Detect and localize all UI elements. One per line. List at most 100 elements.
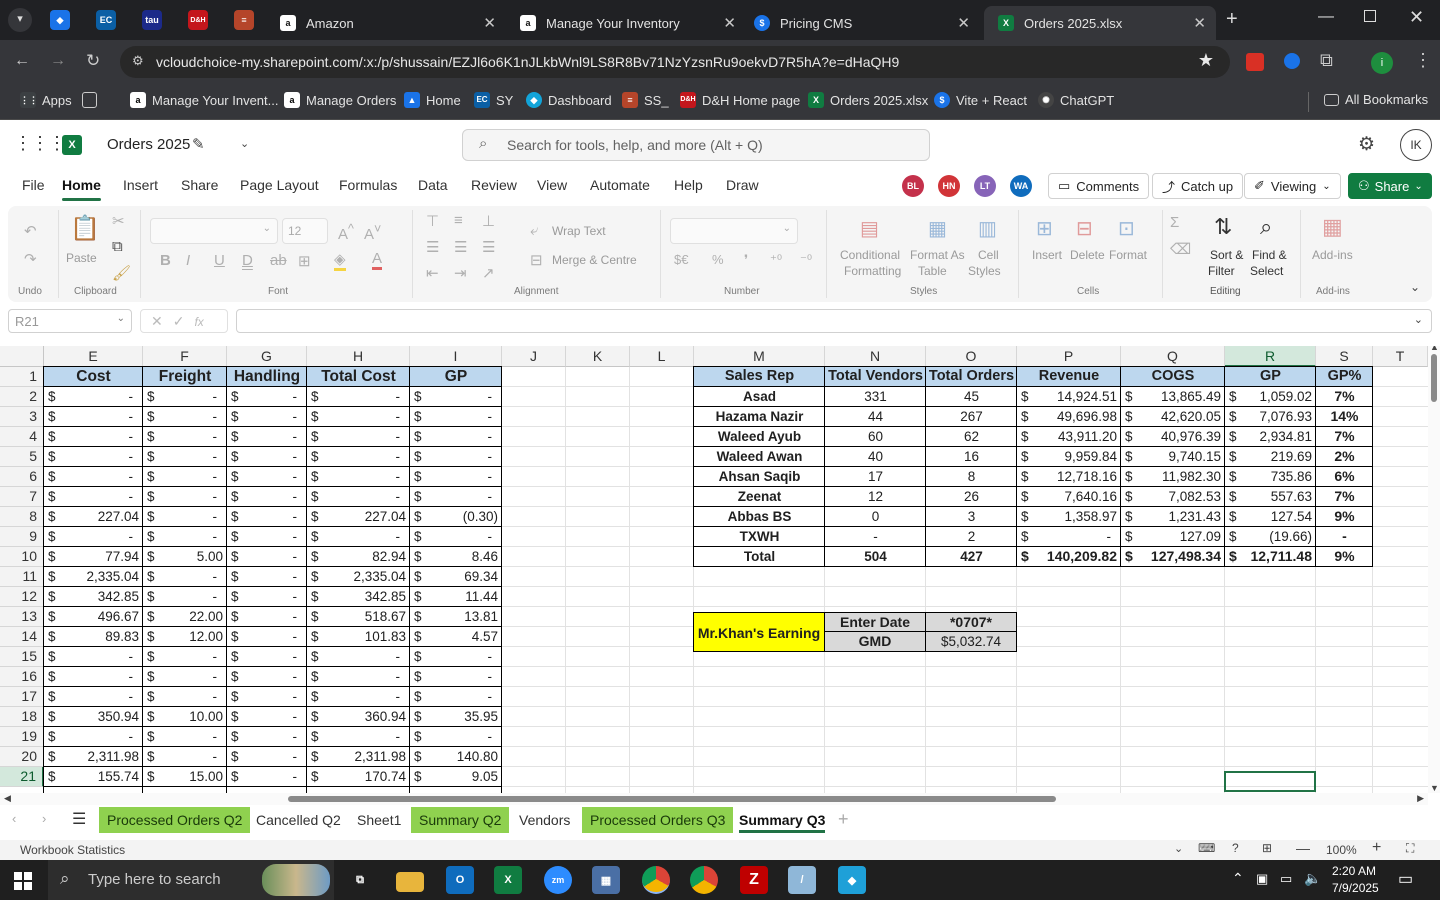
sort-filter-label-2[interactable]: Filter xyxy=(1208,264,1235,278)
tab-formulas[interactable]: Formulas xyxy=(339,177,397,193)
table-cell[interactable]: $342.85 xyxy=(307,587,410,607)
volume-icon[interactable]: 🔈 xyxy=(1304,870,1321,887)
summary-cell[interactable]: $7,640.16 xyxy=(1017,487,1121,507)
network-icon[interactable]: ▭ xyxy=(1280,871,1292,887)
pinned-tab-dh[interactable]: D&H xyxy=(188,10,208,30)
table-cell[interactable]: $227.04 xyxy=(307,507,410,527)
browser-menu-icon[interactable]: ⋮ xyxy=(1414,50,1432,71)
collaborator-avatar[interactable]: HN xyxy=(938,175,960,197)
font-size-select[interactable]: 12 xyxy=(282,218,328,244)
row-header[interactable]: 11 xyxy=(0,567,44,587)
summary-cell[interactable]: 45 xyxy=(926,387,1017,407)
table-cell[interactable]: $ - xyxy=(143,687,227,707)
restore-icon[interactable] xyxy=(1364,10,1376,22)
merge-centre-icon[interactable]: ⊟ xyxy=(530,251,543,269)
summary-cell[interactable]: - xyxy=(1316,527,1373,547)
pinned-tab-ec[interactable]: EC xyxy=(96,10,116,30)
table-cell[interactable]: $35.95 xyxy=(410,707,502,727)
tab-amazon[interactable]: a Amazon ✕ xyxy=(266,6,506,40)
tab-search-icon[interactable]: ▾ xyxy=(8,8,32,32)
collaborator-avatar[interactable]: LT xyxy=(974,175,996,197)
column-header-g[interactable]: G xyxy=(227,346,307,367)
summary-cell[interactable]: $14,924.51 xyxy=(1017,387,1121,407)
sheet-tab-processed-orders-q2[interactable]: Processed Orders Q2 xyxy=(99,807,251,833)
summary-cell[interactable]: $7,076.93 xyxy=(1225,407,1316,427)
document-title[interactable]: Orders 2025 xyxy=(107,136,190,153)
summary-cell[interactable]: 7% xyxy=(1316,427,1373,447)
left-header-total-cost[interactable]: Total Cost xyxy=(307,367,410,387)
tab-orders-xlsx[interactable]: X Orders 2025.xlsx ✕ xyxy=(984,6,1216,40)
column-header-m[interactable]: M xyxy=(694,346,825,367)
table-cell[interactable]: $ - xyxy=(410,427,502,447)
tray-chevron-up-icon[interactable]: ⌃ xyxy=(1232,870,1244,887)
clear-icon[interactable]: ⌫ xyxy=(1170,240,1191,258)
summary-header-cogs[interactable]: COGS xyxy=(1121,367,1225,387)
decrease-decimal-icon[interactable]: ⁻⁰ xyxy=(800,252,812,268)
table-cell[interactable]: $77.94 xyxy=(44,547,143,567)
insert-cells-label[interactable]: Insert xyxy=(1032,248,1062,262)
summary-cell[interactable]: $13,865.49 xyxy=(1121,387,1225,407)
zoom-out-icon[interactable]: — xyxy=(1296,840,1310,856)
summary-cell[interactable]: 17 xyxy=(825,467,926,487)
summary-cell[interactable]: Abbas BS xyxy=(694,507,825,527)
new-tab-icon[interactable]: + xyxy=(1226,8,1238,31)
summary-cell[interactable]: 2% xyxy=(1316,447,1373,467)
sheet-prev-icon[interactable]: ‹ xyxy=(12,811,16,826)
format-painter-icon[interactable]: 🖌 xyxy=(112,264,131,282)
number-format-select[interactable]: ⌄ xyxy=(670,218,798,244)
all-sheets-menu-icon[interactable]: ☰ xyxy=(72,809,86,829)
table-cell[interactable]: $ - xyxy=(227,727,307,747)
row-header[interactable]: 6 xyxy=(0,467,44,487)
bookmark-star-icon[interactable]: ★ xyxy=(1198,50,1214,71)
summary-cell[interactable]: $42,620.05 xyxy=(1121,407,1225,427)
currency-format-icon[interactable]: $€ xyxy=(674,252,688,267)
row-header[interactable]: 17 xyxy=(0,687,44,707)
format-as-table-icon[interactable]: ▦ xyxy=(928,216,947,241)
summary-cell[interactable]: Hazama Nazir xyxy=(694,407,825,427)
table-cell[interactable]: $ - xyxy=(143,527,227,547)
table-cell[interactable]: $ - xyxy=(143,447,227,467)
row-header[interactable]: 10 xyxy=(0,547,44,567)
table-cell[interactable]: $ - xyxy=(143,667,227,687)
column-header-q[interactable]: Q xyxy=(1121,346,1225,367)
settings-gear-icon[interactable]: ⚙ xyxy=(1358,133,1375,156)
table-cell[interactable]: $ - xyxy=(44,447,143,467)
table-cell[interactable]: $ - xyxy=(227,447,307,467)
forward-icon[interactable]: → xyxy=(50,52,66,70)
bookmark-vite-react[interactable]: $ Vite + React xyxy=(934,92,1027,108)
row-header[interactable]: 8 xyxy=(0,507,44,527)
table-cell[interactable]: $ - xyxy=(143,587,227,607)
column-header-j[interactable]: J xyxy=(502,346,566,367)
summary-cell[interactable]: 7% xyxy=(1316,387,1373,407)
column-header-l[interactable]: L xyxy=(630,346,694,367)
gmd-label[interactable]: GMD xyxy=(825,632,926,652)
workbook-statistics[interactable]: Workbook Statistics xyxy=(20,843,125,857)
table-cell[interactable]: $ - xyxy=(143,507,227,527)
autosum-icon[interactable]: Σ xyxy=(1170,214,1179,231)
decrease-font-icon[interactable]: A˅ xyxy=(364,222,381,243)
decrease-indent-icon[interactable]: ⇤ xyxy=(426,264,439,282)
left-header-freight[interactable]: Freight xyxy=(143,367,227,387)
table-cell[interactable]: $ - xyxy=(307,387,410,407)
summary-cell[interactable]: $2,934.81 xyxy=(1225,427,1316,447)
table-cell[interactable]: $ - xyxy=(227,547,307,567)
url-bar[interactable]: ⚙ vcloudchoice-my.sharepoint.com/:x:/p/s… xyxy=(120,46,1230,78)
row-header[interactable]: 14 xyxy=(0,627,44,647)
percent-icon[interactable]: % xyxy=(712,252,724,267)
table-cell[interactable]: $11.44 xyxy=(410,587,502,607)
summary-cell[interactable]: $12,711.48 xyxy=(1225,547,1316,567)
add-sheet-icon[interactable]: + xyxy=(838,809,849,830)
table-cell[interactable]: $496.67 xyxy=(44,607,143,627)
title-chevron-down-icon[interactable]: ⌄ xyxy=(240,137,249,150)
strikethrough-icon[interactable]: ab xyxy=(270,252,287,269)
table-cell[interactable]: $ - xyxy=(143,467,227,487)
summary-cell[interactable]: 62 xyxy=(926,427,1017,447)
align-left-icon[interactable]: ☰ xyxy=(426,238,439,256)
tab-file[interactable]: File xyxy=(22,177,45,193)
table-cell[interactable]: $ - xyxy=(307,727,410,747)
table-cell[interactable]: $ - xyxy=(410,487,502,507)
table-cell[interactable]: $ - xyxy=(44,407,143,427)
summary-cell[interactable]: 267 xyxy=(926,407,1017,427)
row-header[interactable]: 7 xyxy=(0,487,44,507)
bookmark-dh-home[interactable]: D&H D&H Home page xyxy=(680,92,800,108)
